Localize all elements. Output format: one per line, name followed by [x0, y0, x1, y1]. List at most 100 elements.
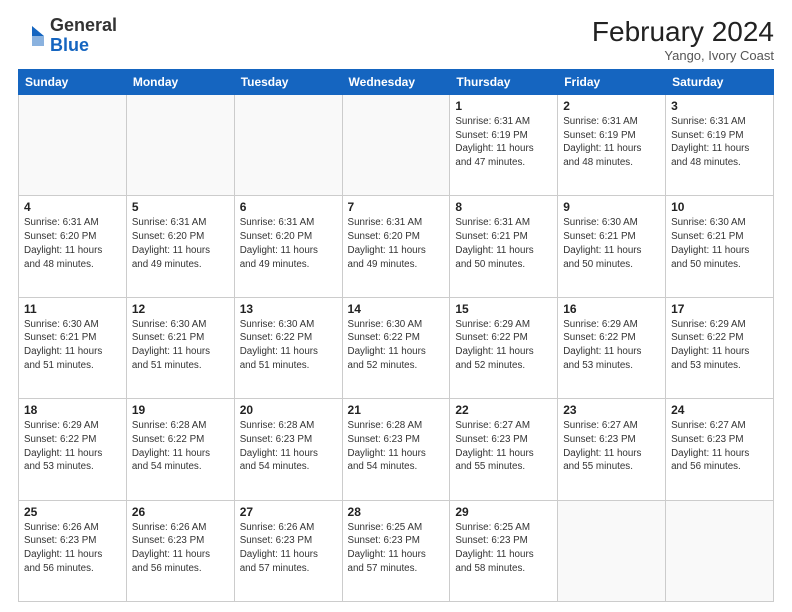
calendar-cell: 3Sunrise: 6:31 AM Sunset: 6:19 PM Daylig…: [666, 95, 774, 196]
calendar-cell: 19 Sunrise: 6:28 AM Sunset: 6:22 PM Dayli…: [126, 399, 234, 500]
calendar-week-row: 4 Sunrise: 6:31 AM Sunset: 6:20 PM Daylig…: [19, 196, 774, 297]
calendar-week-row: 18 Sunrise: 6:29 AM Sunset: 6:22 PM Dayli…: [19, 399, 774, 500]
calendar-cell: 2 Sunrise: 6:31 AM Sunset: 6:19 PM Daylig…: [558, 95, 666, 196]
calendar-cell: 12 Sunrise: 6:30 AM Sunset: 6:21 PM Dayli…: [126, 297, 234, 398]
day-number: 22: [455, 403, 552, 417]
day-number: 17: [671, 302, 768, 316]
day-info: Sunrise: 6:31 AM Sunset: 6:19 PM Dayligh…: [563, 115, 660, 170]
day-info: Sunrise: 6:31 AM Sunset: 6:20 PM Dayligh…: [24, 216, 121, 271]
day-info: Sunrise: 6:27 AM Sunset: 6:23 PM Dayligh…: [563, 419, 660, 474]
calendar-cell: 14 Sunrise: 6:30 AM Sunset: 6:22 PM Dayli…: [342, 297, 450, 398]
day-number: 28: [348, 505, 445, 519]
calendar-header-row: SundayMondayTuesdayWednesdayThursdayFrid…: [19, 70, 774, 95]
day-info: Sunrise: 6:30 AM Sunset: 6:21 PM Dayligh…: [132, 318, 229, 373]
day-info: Sunrise: 6:30 AM Sunset: 6:22 PM Dayligh…: [348, 318, 445, 373]
calendar-cell: 13 Sunrise: 6:30 AM Sunset: 6:22 PM Dayli…: [234, 297, 342, 398]
calendar-cell: 22 Sunrise: 6:27 AM Sunset: 6:23 PM Dayli…: [450, 399, 558, 500]
calendar-cell: 25 Sunrise: 6:26 AM Sunset: 6:23 PM Dayli…: [19, 500, 127, 601]
day-info: Sunrise: 6:29 AM Sunset: 6:22 PM Dayligh…: [455, 318, 552, 373]
day-number: 13: [240, 302, 337, 316]
day-number: 14: [348, 302, 445, 316]
day-info: Sunrise: 6:28 AM Sunset: 6:23 PM Dayligh…: [348, 419, 445, 474]
day-of-week-header: Saturday: [666, 70, 774, 95]
calendar-cell: 18 Sunrise: 6:29 AM Sunset: 6:22 PM Dayli…: [19, 399, 127, 500]
day-info: Sunrise: 6:30 AM Sunset: 6:21 PM Dayligh…: [671, 216, 768, 271]
calendar-cell: [342, 95, 450, 196]
day-info: Sunrise: 6:29 AM Sunset: 6:22 PM Dayligh…: [671, 318, 768, 373]
day-number: 9: [563, 200, 660, 214]
day-number: 18: [24, 403, 121, 417]
day-info: Sunrise: 6:27 AM Sunset: 6:23 PM Dayligh…: [455, 419, 552, 474]
day-info: Sunrise: 6:28 AM Sunset: 6:22 PM Dayligh…: [132, 419, 229, 474]
day-of-week-header: Tuesday: [234, 70, 342, 95]
day-number: 29: [455, 505, 552, 519]
day-number: 4: [24, 200, 121, 214]
logo-icon: [18, 22, 46, 50]
day-info: Sunrise: 6:31 AM Sunset: 6:21 PM Dayligh…: [455, 216, 552, 271]
day-info: Sunrise: 6:31 AM Sunset: 6:20 PM Dayligh…: [240, 216, 337, 271]
day-info: Sunrise: 6:25 AM Sunset: 6:23 PM Dayligh…: [455, 521, 552, 576]
day-number: 27: [240, 505, 337, 519]
calendar-cell: 20Sunrise: 6:28 AM Sunset: 6:23 PM Dayli…: [234, 399, 342, 500]
day-info: Sunrise: 6:30 AM Sunset: 6:21 PM Dayligh…: [563, 216, 660, 271]
logo-text: General Blue: [50, 16, 117, 56]
calendar-cell: 17 Sunrise: 6:29 AM Sunset: 6:22 PM Dayli…: [666, 297, 774, 398]
day-info: Sunrise: 6:30 AM Sunset: 6:21 PM Dayligh…: [24, 318, 121, 373]
calendar-cell: 6 Sunrise: 6:31 AM Sunset: 6:20 PM Daylig…: [234, 196, 342, 297]
calendar-cell: 1 Sunrise: 6:31 AM Sunset: 6:19 PM Daylig…: [450, 95, 558, 196]
calendar-week-row: 1 Sunrise: 6:31 AM Sunset: 6:19 PM Daylig…: [19, 95, 774, 196]
calendar-cell: 7 Sunrise: 6:31 AM Sunset: 6:20 PM Daylig…: [342, 196, 450, 297]
day-number: 16: [563, 302, 660, 316]
calendar-cell: 27 Sunrise: 6:26 AM Sunset: 6:23 PM Dayli…: [234, 500, 342, 601]
title-block: February 2024 Yango, Ivory Coast: [592, 16, 774, 63]
day-info: Sunrise: 6:30 AM Sunset: 6:22 PM Dayligh…: [240, 318, 337, 373]
header: General Blue February 2024 Yango, Ivory …: [18, 16, 774, 63]
day-number: 11: [24, 302, 121, 316]
calendar-cell: 23 Sunrise: 6:27 AM Sunset: 6:23 PM Dayli…: [558, 399, 666, 500]
calendar-cell: 9 Sunrise: 6:30 AM Sunset: 6:21 PM Daylig…: [558, 196, 666, 297]
calendar-cell: [558, 500, 666, 601]
day-number: 7: [348, 200, 445, 214]
calendar-cell: 29 Sunrise: 6:25 AM Sunset: 6:23 PM Dayli…: [450, 500, 558, 601]
day-info: Sunrise: 6:29 AM Sunset: 6:22 PM Dayligh…: [24, 419, 121, 474]
day-info: Sunrise: 6:26 AM Sunset: 6:23 PM Dayligh…: [132, 521, 229, 576]
logo: General Blue: [18, 16, 117, 56]
calendar-cell: 21 Sunrise: 6:28 AM Sunset: 6:23 PM Dayli…: [342, 399, 450, 500]
calendar-cell: [234, 95, 342, 196]
day-info: Sunrise: 6:26 AM Sunset: 6:23 PM Dayligh…: [24, 521, 121, 576]
calendar-cell: 28 Sunrise: 6:25 AM Sunset: 6:23 PM Dayli…: [342, 500, 450, 601]
day-info: Sunrise: 6:28 AM Sunset: 6:23 PM Dayligh…: [240, 419, 337, 474]
day-number: 15: [455, 302, 552, 316]
day-info: Sunrise: 6:27 AM Sunset: 6:23 PM Dayligh…: [671, 419, 768, 474]
calendar-cell: 10Sunrise: 6:30 AM Sunset: 6:21 PM Dayli…: [666, 196, 774, 297]
day-of-week-header: Wednesday: [342, 70, 450, 95]
page: General Blue February 2024 Yango, Ivory …: [0, 0, 792, 612]
calendar-week-row: 25 Sunrise: 6:26 AM Sunset: 6:23 PM Dayli…: [19, 500, 774, 601]
day-info: Sunrise: 6:29 AM Sunset: 6:22 PM Dayligh…: [563, 318, 660, 373]
day-info: Sunrise: 6:31 AM Sunset: 6:20 PM Dayligh…: [348, 216, 445, 271]
day-number: 24: [671, 403, 768, 417]
day-of-week-header: Sunday: [19, 70, 127, 95]
day-of-week-header: Monday: [126, 70, 234, 95]
day-number: 26: [132, 505, 229, 519]
day-number: 12: [132, 302, 229, 316]
day-number: 23: [563, 403, 660, 417]
day-number: 1: [455, 99, 552, 113]
day-info: Sunrise: 6:25 AM Sunset: 6:23 PM Dayligh…: [348, 521, 445, 576]
day-info: Sunrise: 6:26 AM Sunset: 6:23 PM Dayligh…: [240, 521, 337, 576]
calendar-table: SundayMondayTuesdayWednesdayThursdayFrid…: [18, 69, 774, 602]
location: Yango, Ivory Coast: [592, 48, 774, 63]
day-number: 19: [132, 403, 229, 417]
calendar-cell: 8Sunrise: 6:31 AM Sunset: 6:21 PM Daylig…: [450, 196, 558, 297]
calendar-cell: 5 Sunrise: 6:31 AM Sunset: 6:20 PM Daylig…: [126, 196, 234, 297]
calendar-cell: 15 Sunrise: 6:29 AM Sunset: 6:22 PM Dayli…: [450, 297, 558, 398]
day-number: 2: [563, 99, 660, 113]
calendar-cell: [19, 95, 127, 196]
day-number: 21: [348, 403, 445, 417]
day-number: 25: [24, 505, 121, 519]
day-info: Sunrise: 6:31 AM Sunset: 6:20 PM Dayligh…: [132, 216, 229, 271]
day-number: 6: [240, 200, 337, 214]
calendar-cell: [126, 95, 234, 196]
day-info: Sunrise: 6:31 AM Sunset: 6:19 PM Dayligh…: [455, 115, 552, 170]
day-number: 5: [132, 200, 229, 214]
